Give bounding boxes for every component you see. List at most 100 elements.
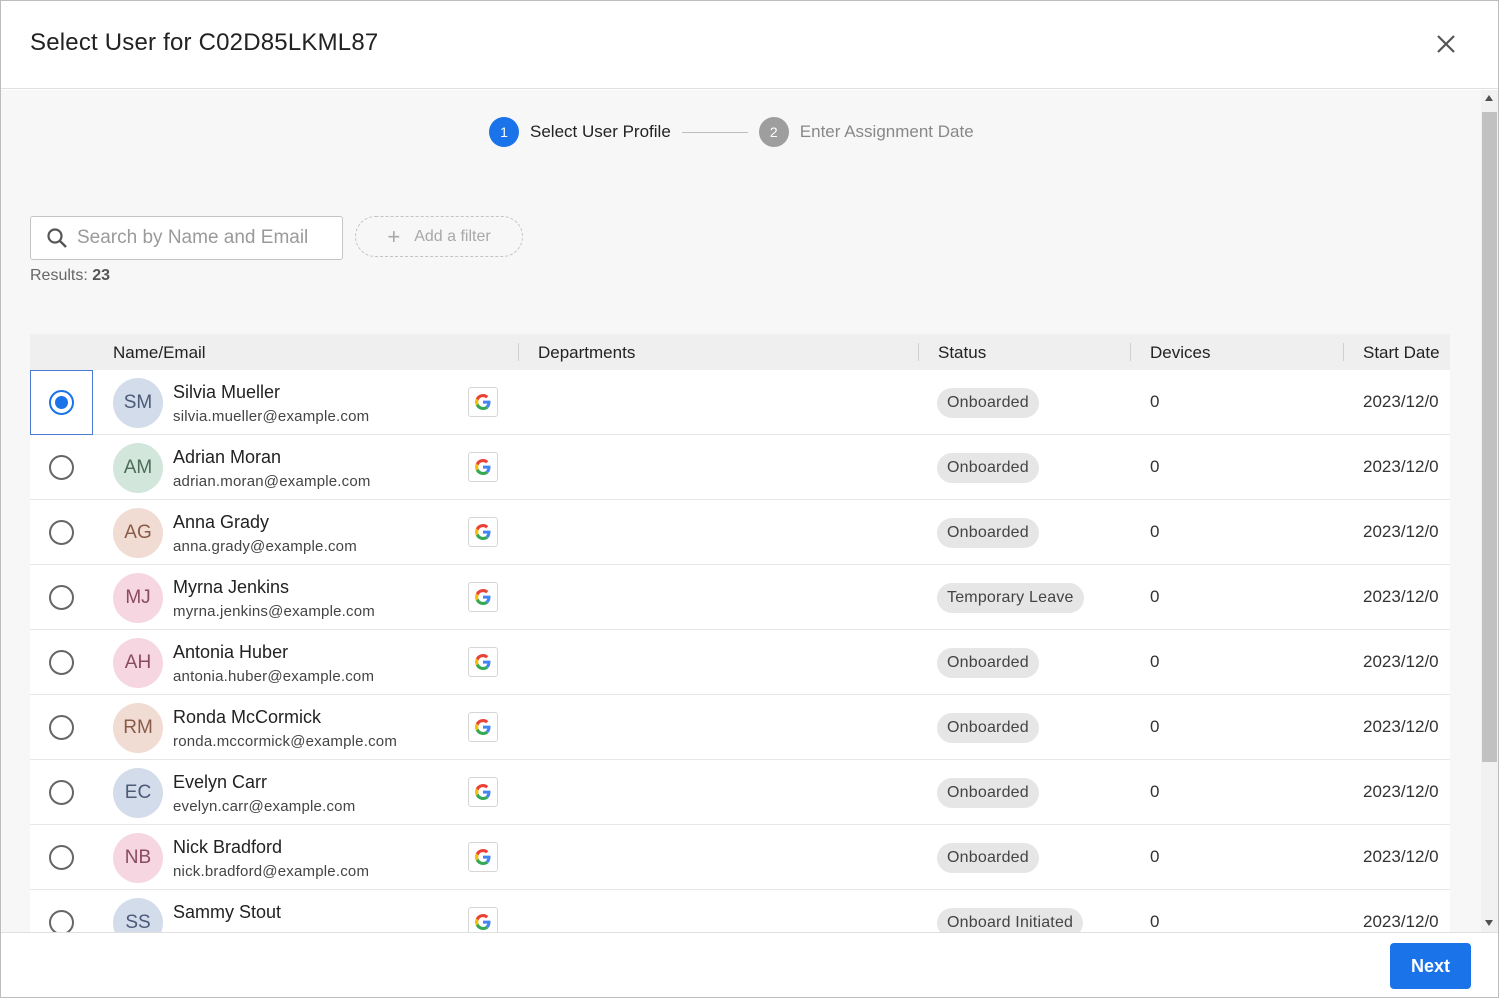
- table-row[interactable]: EC Evelyn Carr evelyn.carr@example.com Onbo…: [30, 760, 1450, 825]
- results-count: Results: 23: [30, 267, 110, 285]
- header-departments[interactable]: Departments: [538, 343, 635, 363]
- scroll-up-arrow-icon[interactable]: [1485, 95, 1493, 101]
- search-box[interactable]: [30, 216, 343, 260]
- google-provider-badge: [468, 452, 498, 482]
- status-badge: Onboard Initiated: [937, 908, 1084, 932]
- close-button[interactable]: [1429, 27, 1463, 61]
- column-divider[interactable]: [918, 343, 919, 361]
- search-input[interactable]: [77, 227, 327, 249]
- next-button[interactable]: Next: [1390, 943, 1471, 989]
- row-select-cell[interactable]: [30, 825, 93, 890]
- avatar-initials: RM: [123, 717, 153, 738]
- row-radio-button[interactable]: [49, 845, 74, 870]
- row-radio-button[interactable]: [49, 910, 74, 932]
- google-icon: [475, 784, 491, 800]
- start-date: 2023/12/0: [1363, 652, 1439, 671]
- row-select-cell[interactable]: [30, 565, 93, 630]
- avatar: AG: [113, 508, 163, 558]
- column-divider[interactable]: [1343, 343, 1344, 361]
- avatar: MJ: [113, 573, 163, 623]
- google-provider-badge: [468, 387, 498, 417]
- add-filter-button[interactable]: + Add a filter: [355, 216, 523, 257]
- start-date: 2023/12/0: [1363, 457, 1439, 476]
- row-radio-button[interactable]: [49, 455, 74, 480]
- row-select-cell[interactable]: [30, 435, 93, 500]
- devices-count: 0: [1150, 717, 1160, 736]
- devices-count: 0: [1150, 587, 1160, 606]
- column-divider[interactable]: [518, 343, 519, 361]
- plus-icon: +: [387, 223, 401, 249]
- vertical-scrollbar[interactable]: [1481, 90, 1498, 932]
- user-email: myrna.jenkins@example.com: [173, 603, 375, 620]
- scroll-down-arrow-icon[interactable]: [1485, 920, 1493, 926]
- row-select-cell[interactable]: [30, 890, 93, 932]
- row-select-cell[interactable]: [30, 370, 93, 435]
- search-icon: [47, 228, 67, 248]
- user-name: Antonia Huber: [173, 642, 289, 662]
- user-name: Adrian Moran: [173, 447, 282, 467]
- table-body: SM Silvia Mueller silvia.mueller@example.c…: [30, 370, 1450, 932]
- status-badge: Temporary Leave: [937, 583, 1084, 613]
- table-row[interactable]: AM Adrian Moran adrian.moran@example.com On…: [30, 435, 1450, 500]
- avatar-initials: SM: [123, 392, 153, 413]
- row-radio-button[interactable]: [49, 780, 74, 805]
- avatar: RM: [113, 703, 163, 753]
- user-name: Myrna Jenkins: [173, 577, 290, 597]
- row-radio-button[interactable]: [49, 520, 74, 545]
- table-row[interactable]: SS Sammy Stout Onboard Initiated 0 2023/12/0: [30, 890, 1450, 932]
- status-badge: Onboarded: [937, 843, 1039, 873]
- devices-count: 0: [1150, 522, 1160, 541]
- user-email: antonia.huber@example.com: [173, 668, 375, 685]
- status-badge: Onboarded: [937, 518, 1039, 548]
- row-radio-button[interactable]: [49, 715, 74, 740]
- dialog-footer: Next: [1, 932, 1498, 997]
- google-provider-badge: [468, 842, 498, 872]
- start-date: 2023/12/0: [1363, 782, 1439, 801]
- avatar-initials: NB: [124, 847, 152, 868]
- google-provider-badge: [468, 647, 498, 677]
- column-divider[interactable]: [1130, 343, 1131, 361]
- row-select-cell[interactable]: [30, 695, 93, 760]
- table-row[interactable]: NB Nick Bradford nick.bradford@example.com…: [30, 825, 1450, 890]
- start-date: 2023/12/0: [1363, 392, 1439, 411]
- avatar: AH: [113, 638, 163, 688]
- row-radio-button[interactable]: [49, 585, 74, 610]
- header-name-email[interactable]: Name/Email: [113, 343, 206, 363]
- user-name: Ronda McCormick: [173, 707, 322, 727]
- row-radio-button[interactable]: [49, 650, 74, 675]
- google-icon: [475, 654, 491, 670]
- header-devices[interactable]: Devices: [1150, 343, 1210, 363]
- start-date: 2023/12/0: [1363, 717, 1439, 736]
- start-date: 2023/12/0: [1363, 522, 1439, 541]
- user-email: evelyn.carr@example.com: [173, 798, 356, 815]
- scrollbar-thumb[interactable]: [1482, 112, 1497, 762]
- avatar: AM: [113, 443, 163, 493]
- dialog-body: 1 Select User Profile 2 Enter Assignment…: [1, 90, 1498, 932]
- row-radio-button[interactable]: [49, 390, 74, 415]
- google-provider-badge: [468, 582, 498, 612]
- avatar: SM: [113, 378, 163, 428]
- row-select-cell[interactable]: [30, 630, 93, 695]
- results-number: 23: [92, 267, 111, 284]
- user-email: silvia.mueller@example.com: [173, 408, 370, 425]
- status-badge: Onboarded: [937, 453, 1039, 483]
- select-user-dialog: Select User for C02D85LKML87 1 Select Us…: [0, 0, 1499, 998]
- table-row[interactable]: SM Silvia Mueller silvia.mueller@example.c…: [30, 370, 1450, 435]
- table-row[interactable]: AG Anna Grady anna.grady@example.com Onboar…: [30, 500, 1450, 565]
- dialog-header: Select User for C02D85LKML87: [1, 1, 1498, 89]
- step-1-indicator: 1: [489, 117, 519, 147]
- devices-count: 0: [1150, 782, 1160, 801]
- table-row[interactable]: RM Ronda McCormick ronda.mccormick@example…: [30, 695, 1450, 760]
- google-provider-badge: [468, 517, 498, 547]
- dialog-title: Select User for C02D85LKML87: [30, 29, 379, 56]
- header-start-date[interactable]: Start Date: [1363, 343, 1440, 363]
- table-row[interactable]: MJ Myrna Jenkins myrna.jenkins@example.com…: [30, 565, 1450, 630]
- step-2-label: Enter Assignment Date: [799, 122, 974, 141]
- user-email: nick.bradford@example.com: [173, 863, 370, 880]
- table-row[interactable]: AH Antonia Huber antonia.huber@example.com…: [30, 630, 1450, 695]
- header-status[interactable]: Status: [938, 343, 986, 363]
- user-name: Sammy Stout: [173, 902, 282, 922]
- google-icon: [475, 394, 491, 410]
- row-select-cell[interactable]: [30, 500, 93, 565]
- row-select-cell[interactable]: [30, 760, 93, 825]
